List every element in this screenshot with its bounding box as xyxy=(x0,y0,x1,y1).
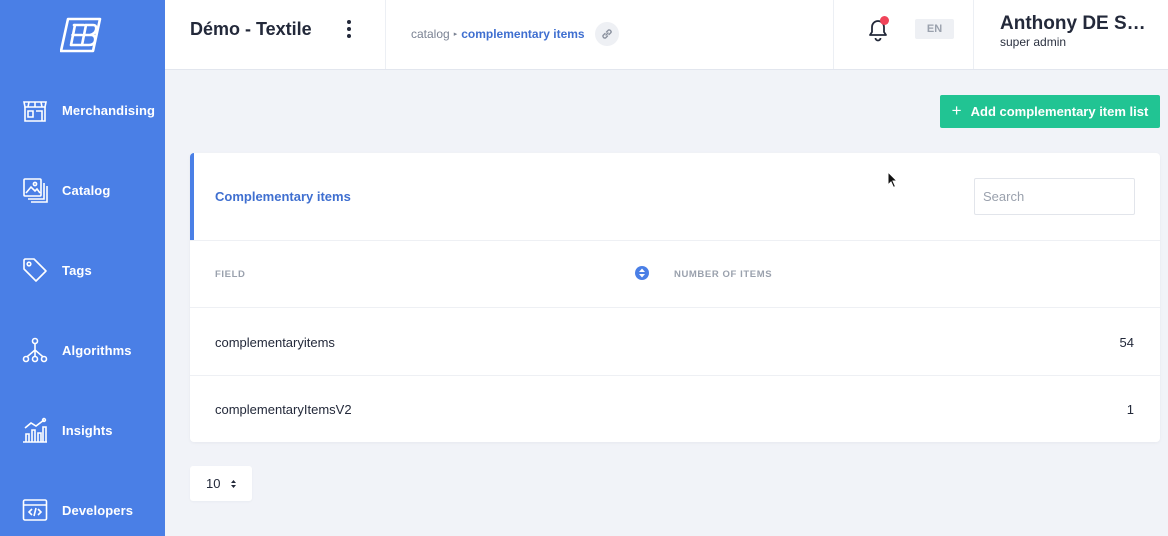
more-options-icon[interactable] xyxy=(339,18,359,40)
top-bar: Démo - Textile catalog ▸ complementary i… xyxy=(165,0,1168,70)
column-header-field[interactable]: FIELD xyxy=(215,269,245,280)
sort-icon[interactable] xyxy=(635,266,649,280)
field-cell: complementaryItemsV2 xyxy=(215,402,352,417)
sidebar-item-label: Algorithms xyxy=(62,342,132,358)
sidebar-item-label: Tags xyxy=(62,262,92,278)
sidebar-item-developers[interactable]: Developers xyxy=(0,470,165,536)
page-size-value: 10 xyxy=(206,476,221,491)
plus-icon: + xyxy=(951,100,962,120)
mouse-cursor-icon xyxy=(887,171,899,189)
count-cell: 1 xyxy=(1126,402,1134,417)
shop-title[interactable]: Démo - Textile xyxy=(190,19,312,40)
divider xyxy=(833,0,834,69)
link-icon[interactable] xyxy=(594,22,619,46)
notification-badge xyxy=(880,16,889,25)
card-title: Complementary items xyxy=(215,189,351,204)
chart-icon xyxy=(22,417,48,443)
user-name[interactable]: Anthony DE SOUZA xyxy=(1000,13,1155,35)
sidebar-item-tags[interactable]: Tags xyxy=(0,230,165,310)
sidebar-item-label: Catalog xyxy=(62,182,111,198)
sidebar-item-label: Developers xyxy=(62,502,134,518)
column-header-number-of-items[interactable]: NUMBER OF ITEMS xyxy=(674,269,772,280)
tag-icon xyxy=(22,257,48,283)
eb-logo-icon xyxy=(59,17,101,53)
breadcrumb: catalog ▸ complementary items xyxy=(411,22,619,46)
storefront-icon xyxy=(22,97,48,123)
divider xyxy=(385,0,386,69)
count-cell: 54 xyxy=(1119,335,1134,350)
notifications-bell-icon[interactable] xyxy=(865,16,891,42)
card-header: Complementary items xyxy=(190,153,1160,241)
code-icon xyxy=(22,497,48,523)
catalog-images-icon xyxy=(22,177,48,203)
sidebar-item-insights[interactable]: Insights xyxy=(0,390,165,470)
table-header: FIELD NUMBER OF ITEMS xyxy=(190,241,1160,308)
field-cell: complementaryitems xyxy=(215,335,335,350)
sidebar-item-label: Merchandising xyxy=(62,102,156,118)
add-complementary-item-list-button[interactable]: + Add complementary item list xyxy=(940,95,1160,128)
logo[interactable] xyxy=(0,0,165,70)
table-row[interactable]: complementaryItemsV2 1 xyxy=(190,376,1160,442)
page-size-select[interactable]: 10 xyxy=(190,466,252,501)
breadcrumb-catalog[interactable]: catalog xyxy=(411,27,450,41)
select-arrows-icon xyxy=(230,479,237,489)
sidebar-item-algorithms[interactable]: Algorithms xyxy=(0,310,165,390)
breadcrumb-current[interactable]: complementary items xyxy=(461,27,584,41)
breadcrumb-separator-icon: ▸ xyxy=(453,31,458,38)
language-switch[interactable]: EN xyxy=(915,19,954,39)
algorithm-tree-icon xyxy=(22,337,48,363)
search-input[interactable] xyxy=(974,178,1135,215)
card-accent-bar xyxy=(190,153,194,240)
add-button-label: Add complementary item list xyxy=(970,104,1149,119)
complementary-items-card: Complementary items FIELD NUMBER OF ITEM… xyxy=(190,153,1160,442)
sidebar-item-merchandising[interactable]: Merchandising xyxy=(0,70,165,150)
user-role: super admin xyxy=(1000,35,1067,49)
table-row[interactable]: complementaryitems 54 xyxy=(190,309,1160,376)
sidebar-item-label: Insights xyxy=(62,422,113,438)
sidebar-item-catalog[interactable]: Catalog xyxy=(0,150,165,230)
sidebar: Merchandising Catalog Tags Algorithms In… xyxy=(0,0,165,536)
divider xyxy=(973,0,974,69)
